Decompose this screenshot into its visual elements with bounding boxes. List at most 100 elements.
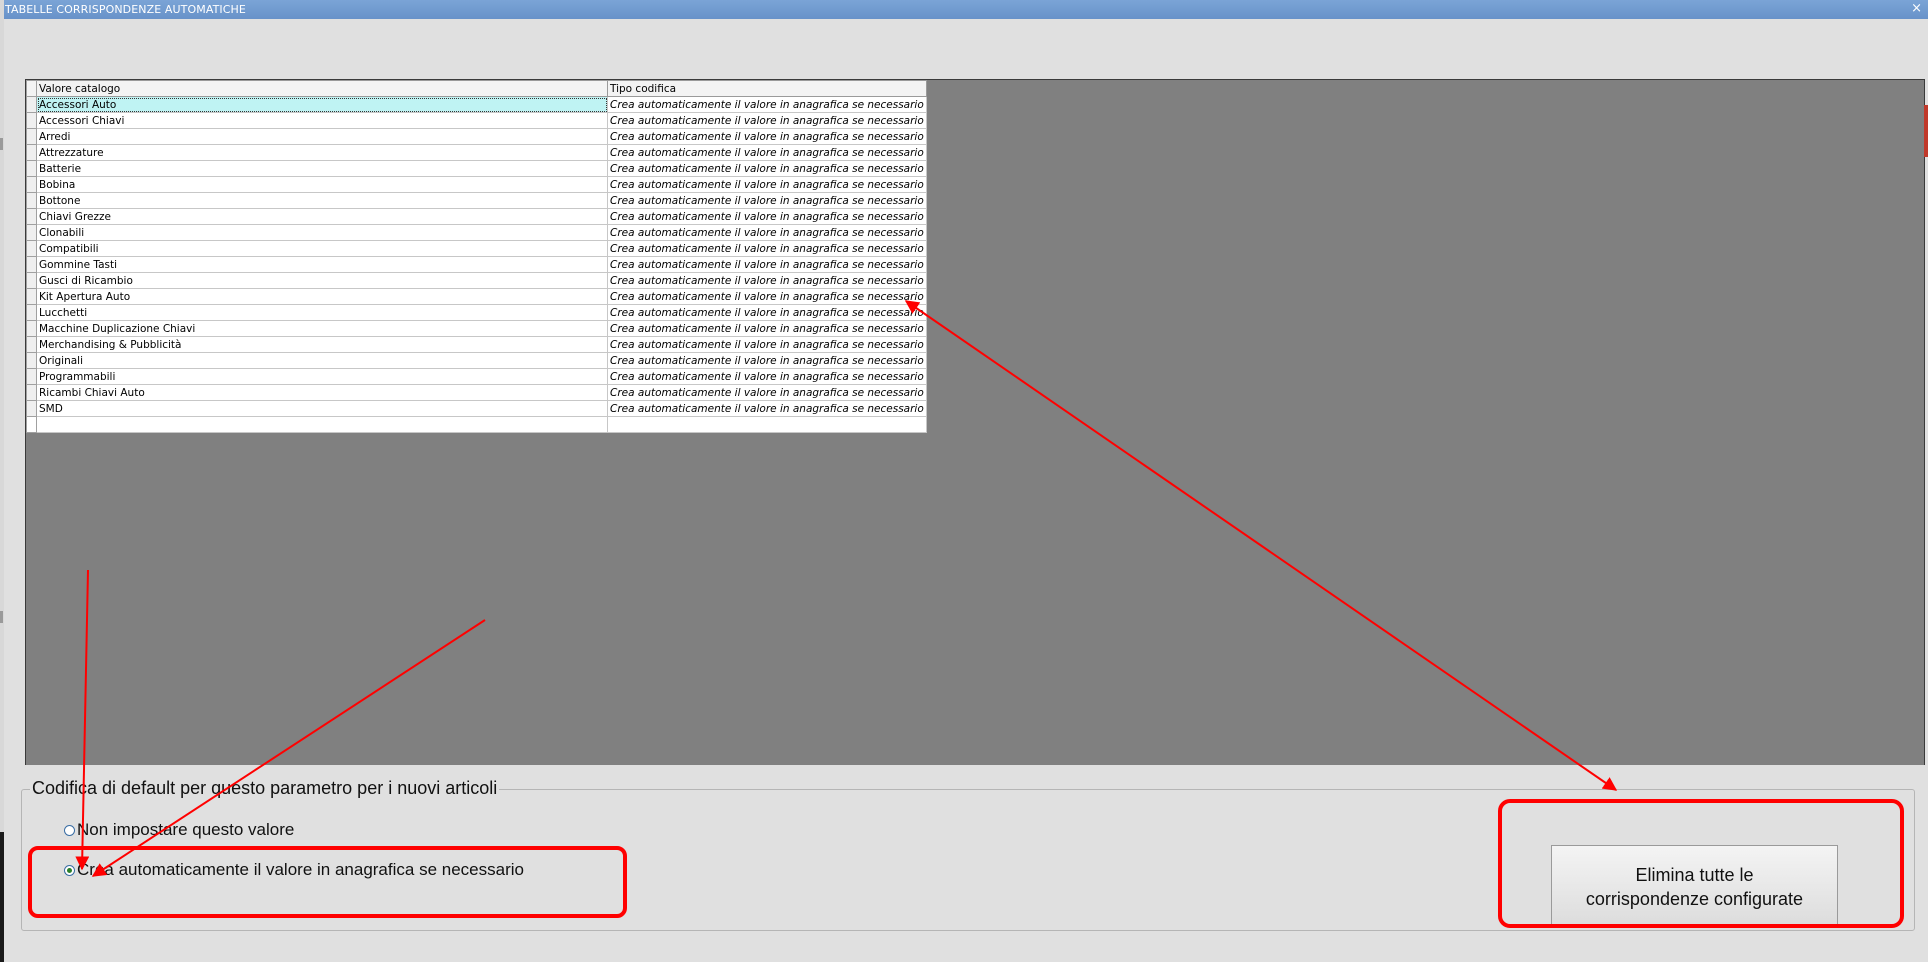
cell-tipo-codifica[interactable]: Crea automaticamente il valore in anagra…: [607, 384, 927, 401]
new-row[interactable]: [26, 416, 927, 433]
title-bar: TABELLE CORRISPONDENZE AUTOMATICHE ×: [4, 0, 1928, 19]
table-row[interactable]: Clonabili Crea automaticamente il valore …: [26, 224, 927, 241]
cell-tipo-codifica[interactable]: Crea automaticamente il valore in anagra…: [607, 192, 927, 209]
table-row[interactable]: Bottone Crea automaticamente il valore in…: [26, 192, 927, 209]
button-label: Elimina tutte le corrispondenze configur…: [1585, 864, 1804, 909]
cell-valore-catalogo[interactable]: SMD: [36, 400, 608, 417]
cell-valore-catalogo[interactable]: Attrezzature: [36, 144, 608, 161]
cell-valore-catalogo[interactable]: Macchine Duplicazione Chiavi: [36, 320, 608, 337]
cell-valore-catalogo[interactable]: Chiavi Grezze: [36, 208, 608, 225]
radio-button-checked-icon[interactable]: [64, 864, 75, 876]
table-row[interactable]: Programmabili Crea automaticamente il val…: [26, 368, 927, 385]
row-header[interactable]: [26, 208, 37, 225]
row-header[interactable]: [26, 352, 37, 369]
row-header[interactable]: [26, 160, 37, 177]
cell-tipo-codifica[interactable]: Crea automaticamente il valore in anagra…: [607, 288, 927, 305]
cell-tipo-codifica[interactable]: Crea automaticamente il valore in anagra…: [607, 144, 927, 161]
cell-valore-catalogo[interactable]: Compatibili: [36, 240, 608, 257]
close-icon[interactable]: ×: [1911, 0, 1922, 17]
cell-valore-catalogo[interactable]: Accessori Chiavi: [36, 112, 608, 129]
radio-button-icon[interactable]: [64, 824, 75, 836]
left-edge-strip: [0, 0, 4, 962]
cell-tipo-codifica[interactable]: Crea automaticamente il valore in anagra…: [607, 96, 927, 113]
cell-valore-catalogo[interactable]: Batterie: [36, 160, 608, 177]
cell-tipo-codifica[interactable]: Crea automaticamente il valore in anagra…: [607, 336, 927, 353]
radio-option-crea-automaticamente[interactable]: Crea automaticamente il valore in anagra…: [64, 860, 524, 880]
row-header[interactable]: [26, 288, 37, 305]
table-row[interactable]: Arredi Crea automaticamente il valore in …: [26, 128, 927, 145]
table-row[interactable]: Attrezzature Crea automaticamente il valo…: [26, 144, 927, 161]
radio-label: Non impostare questo valore: [77, 820, 295, 839]
cell-valore-catalogo[interactable]: Gommine Tasti: [36, 256, 608, 273]
cell-tipo-codifica[interactable]: Crea automaticamente il valore in anagra…: [607, 224, 927, 241]
row-header[interactable]: [26, 192, 37, 209]
cell-valore-catalogo[interactable]: Ricambi Chiavi Auto: [36, 384, 608, 401]
row-header-corner: [26, 80, 37, 97]
cell-valore-catalogo[interactable]: Merchandising & Pubblicità: [36, 336, 608, 353]
cell-valore-catalogo[interactable]: Programmabili: [36, 368, 608, 385]
row-header[interactable]: [26, 144, 37, 161]
row-header[interactable]: [26, 176, 37, 193]
table-row[interactable]: Batterie Crea automaticamente il valore i…: [26, 160, 927, 177]
table-row[interactable]: Chiavi Grezze Crea automaticamente il val…: [26, 208, 927, 225]
table-row[interactable]: Lucchetti Crea automaticamente il valore …: [26, 304, 927, 321]
table-row[interactable]: Kit Apertura Auto Crea automaticamente il…: [26, 288, 927, 305]
table-row[interactable]: Ricambi Chiavi Auto Crea automaticamente …: [26, 384, 927, 401]
column-header-tipo-codifica[interactable]: Tipo codifica: [607, 80, 927, 97]
table-row[interactable]: Bobina Crea automaticamente il valore in …: [26, 176, 927, 193]
radio-option-non-impostare[interactable]: Non impostare questo valore: [64, 820, 294, 840]
row-header[interactable]: [26, 304, 37, 321]
default-settings-area: Codifica di default per questo parametro…: [4, 765, 1928, 962]
cell-tipo-codifica[interactable]: Crea automaticamente il valore in anagra…: [607, 304, 927, 321]
row-header[interactable]: [26, 128, 37, 145]
cell-valore-catalogo[interactable]: Clonabili: [36, 224, 608, 241]
cell-valore-catalogo[interactable]: Accessori Auto: [36, 96, 608, 113]
default-coding-group: Codifica di default per questo parametro…: [21, 778, 1915, 931]
cell-valore-catalogo[interactable]: Lucchetti: [36, 304, 608, 321]
table-row[interactable]: Gusci di Ricambio Crea automaticamente il…: [26, 272, 927, 289]
table-row[interactable]: Gommine Tasti Crea automaticamente il val…: [26, 256, 927, 273]
cell-tipo-codifica[interactable]: Crea automaticamente il valore in anagra…: [607, 320, 927, 337]
row-header[interactable]: [26, 368, 37, 385]
table-row[interactable]: Compatibili Crea automaticamente il valor…: [26, 240, 927, 257]
row-header[interactable]: [26, 256, 37, 273]
cell-valore-catalogo[interactable]: Kit Apertura Auto: [36, 288, 608, 305]
cell-tipo-codifica[interactable]: Crea automaticamente il valore in anagra…: [607, 368, 927, 385]
table-row[interactable]: SMD Crea automaticamente il valore in ana…: [26, 400, 927, 417]
cell-tipo-codifica[interactable]: Crea automaticamente il valore in anagra…: [607, 352, 927, 369]
row-header[interactable]: [26, 272, 37, 289]
cell-valore-catalogo[interactable]: Arredi: [36, 128, 608, 145]
cell-valore-catalogo[interactable]: Gusci di Ricambio: [36, 272, 608, 289]
empty-cell[interactable]: [26, 416, 37, 433]
cell-tipo-codifica[interactable]: Crea automaticamente il valore in anagra…: [607, 240, 927, 257]
row-header[interactable]: [26, 240, 37, 257]
cell-tipo-codifica[interactable]: Crea automaticamente il valore in anagra…: [607, 272, 927, 289]
row-header[interactable]: [26, 96, 37, 113]
row-header[interactable]: [26, 336, 37, 353]
cell-valore-catalogo[interactable]: Originali: [36, 352, 608, 369]
cell-tipo-codifica[interactable]: Crea automaticamente il valore in anagra…: [607, 160, 927, 177]
cell-tipo-codifica[interactable]: Crea automaticamente il valore in anagra…: [607, 400, 927, 417]
column-header-valore-catalogo[interactable]: Valore catalogo: [36, 80, 608, 97]
delete-all-mappings-button[interactable]: Elimina tutte le corrispondenze configur…: [1551, 845, 1838, 928]
cell-tipo-codifica[interactable]: Crea automaticamente il valore in anagra…: [607, 256, 927, 273]
table-row[interactable]: Originali Crea automaticamente il valore …: [26, 352, 927, 369]
cell-tipo-codifica[interactable]: Crea automaticamente il valore in anagra…: [607, 112, 927, 129]
row-header[interactable]: [26, 320, 37, 337]
cell-valore-catalogo[interactable]: Bobina: [36, 176, 608, 193]
row-header[interactable]: [26, 112, 37, 129]
cell-valore-catalogo[interactable]: Bottone: [36, 192, 608, 209]
cell-tipo-codifica[interactable]: Crea automaticamente il valore in anagra…: [607, 176, 927, 193]
row-header[interactable]: [26, 384, 37, 401]
table-row[interactable]: Macchine Duplicazione Chiavi Crea automat…: [26, 320, 927, 337]
row-header[interactable]: [26, 224, 37, 241]
row-header[interactable]: [26, 400, 37, 417]
table-row[interactable]: Accessori Auto Crea automaticamente il va…: [26, 96, 927, 113]
cell-tipo-codifica[interactable]: Crea automaticamente il valore in anagra…: [607, 128, 927, 145]
table-row[interactable]: Merchandising & Pubblicità Crea automatic…: [26, 336, 927, 353]
empty-cell[interactable]: [36, 416, 608, 433]
cell-tipo-codifica[interactable]: Crea automaticamente il valore in anagra…: [607, 208, 927, 225]
background-window-edge: [0, 832, 4, 962]
table-row[interactable]: Accessori Chiavi Crea automaticamente il …: [26, 112, 927, 129]
empty-cell[interactable]: [607, 416, 927, 433]
